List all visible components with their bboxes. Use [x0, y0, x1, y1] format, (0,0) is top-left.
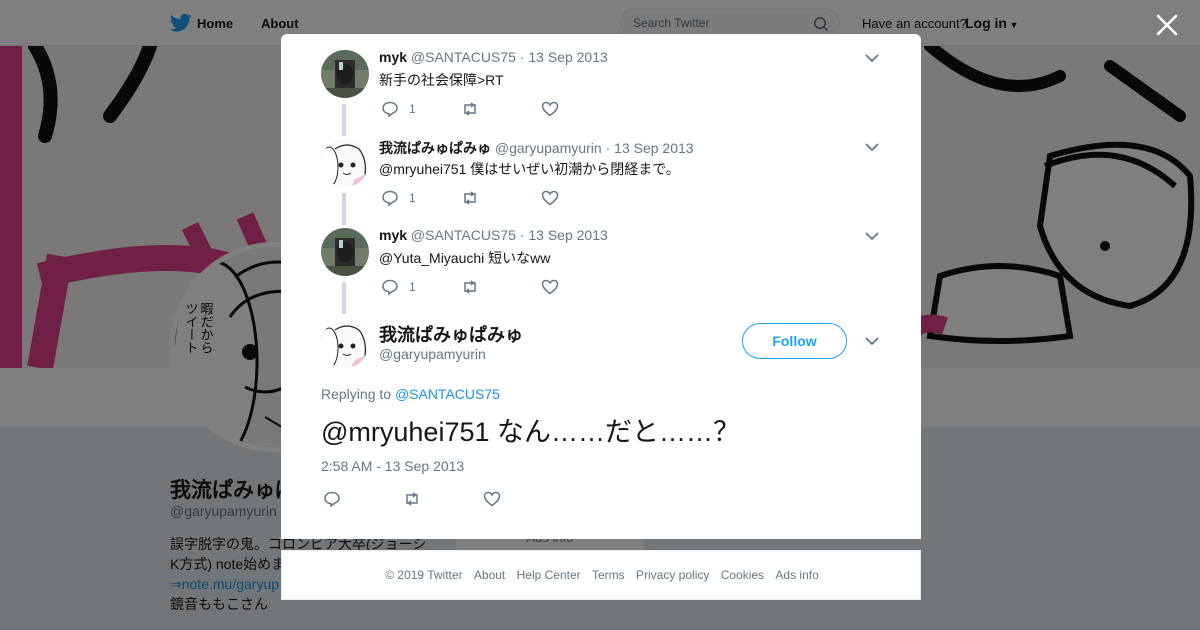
heart-icon[interactable]	[541, 189, 559, 207]
main-tweet-author-handle[interactable]: @garyupamyurin	[379, 346, 486, 362]
footer-link-privacy[interactable]: Privacy policy	[636, 568, 709, 582]
thread-tweet[interactable]: myk @SANTACUS75 · 13 Sep 2013 @Yuta_Miya…	[281, 212, 921, 301]
avatar[interactable]	[321, 139, 369, 187]
heart-icon[interactable]	[541, 278, 559, 296]
heart-icon[interactable]	[541, 100, 559, 118]
footer-link-help-center[interactable]: Help Center	[517, 568, 581, 582]
footer-link-about[interactable]: About	[474, 568, 505, 582]
avatar[interactable]	[321, 320, 369, 368]
photo-avatar-image	[321, 50, 369, 98]
reply-icon[interactable]	[323, 490, 341, 508]
avatar[interactable]	[321, 228, 369, 276]
separator-dot: ·	[519, 227, 525, 243]
tweet-author-handle[interactable]: @SANTACUS75	[411, 227, 516, 243]
avatar[interactable]	[321, 50, 369, 98]
reply-icon[interactable]	[381, 189, 399, 207]
tweet-date[interactable]: 13 Sep 2013	[614, 140, 693, 156]
main-tweet-text: @mryuhei751 なん……だと……？	[321, 417, 740, 447]
reply-count: 1	[409, 280, 416, 294]
heart-icon[interactable]	[483, 490, 501, 508]
retweet-icon[interactable]	[461, 100, 479, 118]
retweet-icon[interactable]	[461, 189, 479, 207]
chevron-down-icon[interactable]	[865, 142, 879, 152]
thread-tweet[interactable]: 我流ぱみゅぱみゅ @garyupamyurin · 13 Sep 2013 @m…	[281, 123, 921, 212]
tweet-text: 新手の社会保障>RT	[379, 72, 504, 88]
tweet-author-name[interactable]: myk	[379, 227, 407, 243]
chevron-down-icon[interactable]	[865, 336, 879, 346]
footer-link-cookies[interactable]: Cookies	[721, 568, 764, 582]
tweet-date[interactable]: 13 Sep 2013	[528, 49, 607, 65]
thread-tweet[interactable]: myk @SANTACUS75 · 13 Sep 2013 新手の社会保障>RT…	[281, 34, 921, 123]
retweet-icon[interactable]	[403, 490, 421, 508]
retweet-icon[interactable]	[461, 278, 479, 296]
separator-dot: ·	[519, 49, 525, 65]
manga-avatar-image	[321, 139, 369, 187]
reply-count: 1	[409, 191, 416, 205]
replying-prefix: Replying to	[321, 386, 392, 402]
tweet-author-name[interactable]: 我流ぱみゅぱみゅ	[379, 140, 491, 156]
main-tweet-timestamp[interactable]: 2:58 AM - 13 Sep 2013	[321, 458, 464, 474]
reply-icon[interactable]	[381, 278, 399, 296]
reply-count: 1	[409, 102, 416, 116]
chevron-down-icon[interactable]	[865, 53, 879, 63]
tweet-author-handle[interactable]: @SANTACUS75	[411, 49, 516, 65]
modal-footer: © 2019 Twitter About Help Center Terms P…	[281, 550, 921, 600]
close-icon[interactable]	[1154, 12, 1180, 38]
main-tweet-author-name[interactable]: 我流ぱみゅぱみゅ	[379, 321, 523, 347]
tweet-date[interactable]: 13 Sep 2013	[528, 227, 607, 243]
follow-button[interactable]: Follow	[742, 323, 847, 359]
tweet-author-handle[interactable]: @garyupamyurin	[495, 140, 602, 156]
replying-to: Replying to @SANTACUS75	[321, 386, 500, 402]
reply-icon[interactable]	[381, 100, 399, 118]
manga-avatar-image	[321, 320, 369, 368]
footer-link-terms[interactable]: Terms	[592, 568, 625, 582]
tweet-header: myk @SANTACUS75 · 13 Sep 2013	[379, 227, 608, 243]
footer-copyright: © 2019 Twitter	[385, 568, 463, 582]
footer-links: © 2019 Twitter About Help Center Terms P…	[282, 568, 922, 582]
tweet-text: @mryuhei751 僕はせいぜい初潮から閉経まで。	[379, 161, 680, 177]
tweet-author-name[interactable]: myk	[379, 49, 407, 65]
tweet-header: 我流ぱみゅぱみゅ @garyupamyurin · 13 Sep 2013	[379, 138, 694, 158]
tweet-text: @Yuta_Miyauchi 短いなww	[379, 250, 551, 266]
replying-to-link[interactable]: @SANTACUS75	[395, 386, 500, 402]
tweet-permalink-modal: myk @SANTACUS75 · 13 Sep 2013 新手の社会保障>RT…	[281, 34, 921, 539]
photo-avatar-image	[321, 228, 369, 276]
footer-link-ads-info[interactable]: Ads info	[775, 568, 818, 582]
tweet-header: myk @SANTACUS75 · 13 Sep 2013	[379, 49, 608, 65]
separator-dot: ·	[605, 140, 611, 156]
chevron-down-icon[interactable]	[865, 231, 879, 241]
